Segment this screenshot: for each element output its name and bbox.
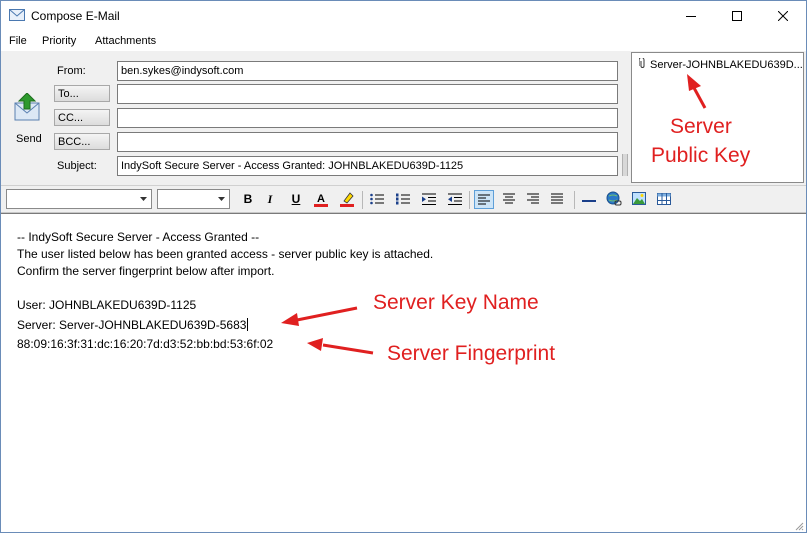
annotation-public-key-line2: Public Key	[651, 144, 751, 167]
compose-email-window: Compose E-Mail File Priority Attachments…	[0, 0, 807, 533]
arrow-public-key	[687, 74, 707, 109]
annotation-public-key-line1: Server	[670, 115, 732, 138]
annotation-key-name: Server Key Name	[373, 291, 539, 314]
arrow-key-name	[281, 306, 358, 326]
annotation-fingerprint: Server Fingerprint	[387, 342, 556, 365]
arrow-fingerprint	[307, 338, 374, 355]
annotation-arrows	[281, 74, 707, 355]
